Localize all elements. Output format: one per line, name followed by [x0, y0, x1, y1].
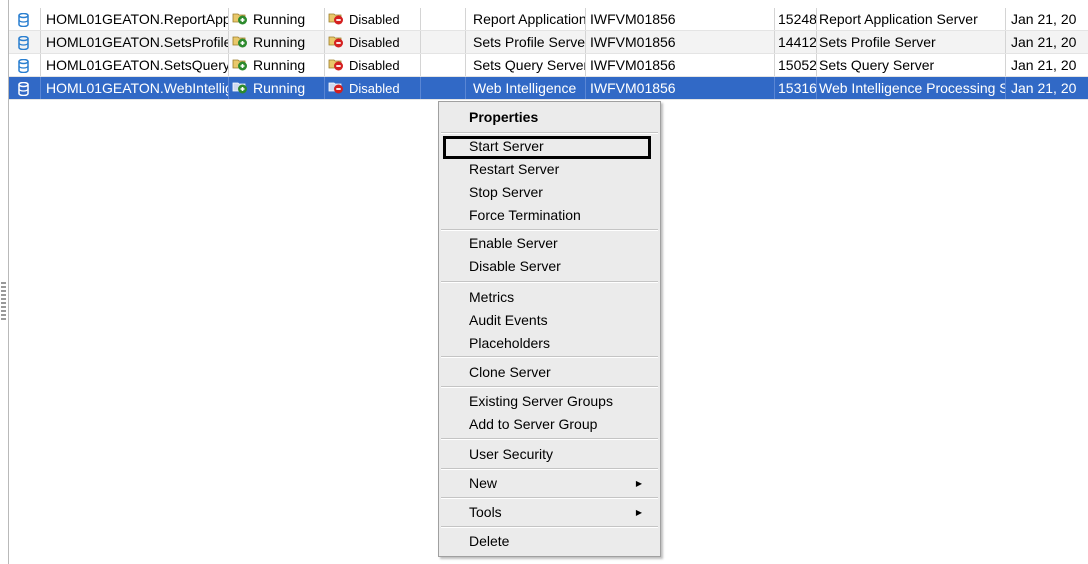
menu-item-audit-events[interactable]: Audit Events: [439, 309, 660, 332]
server-pid-cell: 14412: [775, 31, 817, 53]
running-status-icon: [232, 13, 247, 25]
running-status-icon: [232, 36, 247, 48]
server-context-menu: Properties Start Server Restart Server S…: [438, 101, 661, 557]
server-state-cell: Running: [229, 31, 325, 53]
menu-separator: [441, 132, 658, 134]
server-enabled-cell: Disabled: [325, 31, 421, 53]
server-db-icon: [9, 8, 41, 30]
server-host-cell: IWFVM01856: [586, 31, 775, 53]
menu-item-force-termination[interactable]: Force Termination: [439, 204, 660, 227]
server-list: HOML01GEATON.ReportApplicationServer Run…: [9, 8, 1088, 100]
menu-separator: [441, 229, 658, 231]
running-status-icon: [232, 82, 247, 94]
table-row[interactable]: HOML01GEATON.SetsProfileServer Running D…: [9, 31, 1088, 54]
menu-item-clone-server[interactable]: Clone Server: [439, 361, 660, 384]
running-status-icon: [232, 59, 247, 71]
menu-separator: [441, 281, 658, 283]
disabled-status-icon: [328, 13, 343, 25]
table-row-selected[interactable]: HOML01GEATON.WebIntelligenceProcessingSe…: [9, 77, 1088, 100]
disabled-status-icon: [328, 36, 343, 48]
server-enabled-label: Disabled: [349, 35, 400, 50]
disabled-status-icon: [328, 59, 343, 71]
menu-item-tools[interactable]: Tools ▶: [439, 501, 660, 524]
menu-item-disable-server[interactable]: Disable Server: [439, 255, 660, 278]
server-state-label: Running: [253, 57, 306, 73]
disabled-status-icon: [328, 82, 343, 94]
server-name-cell: HOML01GEATON.SetsProfileServer: [41, 31, 229, 53]
menu-separator: [441, 356, 658, 358]
left-pane-splitter[interactable]: [0, 0, 9, 564]
server-host-cell: IWFVM01856: [586, 54, 775, 76]
submenu-arrow-icon: ▶: [635, 508, 642, 517]
server-host-cell: IWFVM01856: [586, 77, 775, 99]
menu-item-tools-label: Tools: [469, 504, 502, 520]
menu-separator: [441, 386, 658, 388]
menu-item-add-to-server-group[interactable]: Add to Server Group: [439, 413, 660, 436]
server-state-cell: Running: [229, 8, 325, 30]
server-state-cell: Running: [229, 54, 325, 76]
splitter-grip[interactable]: [1, 282, 6, 322]
server-date-cell: Jan 21, 20: [1011, 34, 1077, 50]
server-pid-cell: 15248: [775, 8, 817, 30]
server-state-label: Running: [253, 11, 306, 27]
server-state-label: Running: [253, 34, 306, 50]
server-enabled-label: Disabled: [349, 81, 400, 96]
server-pid-cell: 15316: [775, 77, 817, 99]
table-row[interactable]: HOML01GEATON.SetsQueryServer Running Dis…: [9, 54, 1088, 77]
annotation-highlight-box: [443, 136, 651, 159]
server-friendly-name-cell: Sets Profile Server: [817, 31, 1006, 53]
server-friendly-name-cell: Web Intelligence Processing Server: [817, 77, 1006, 99]
server-description-cell: Sets Query Server: [466, 54, 586, 76]
empty-cell: [421, 8, 466, 30]
menu-separator: [441, 468, 658, 470]
server-enabled-cell: Disabled: [325, 8, 421, 30]
menu-separator: [441, 497, 658, 499]
submenu-arrow-icon: ▶: [635, 479, 642, 488]
server-enabled-label: Disabled: [349, 58, 400, 73]
menu-item-restart-server[interactable]: Restart Server: [439, 158, 660, 181]
menu-item-new-label: New: [469, 475, 498, 491]
table-row[interactable]: HOML01GEATON.ReportApplicationServer Run…: [9, 8, 1088, 31]
menu-separator: [441, 526, 658, 528]
server-date-cell: Jan 21, 20: [1011, 57, 1077, 73]
server-date-cell: Jan 21, 20: [1011, 80, 1077, 96]
menu-item-stop-server[interactable]: Stop Server: [439, 181, 660, 204]
server-description-cell: Report Application Server: [466, 8, 586, 30]
server-host-cell: IWFVM01856: [586, 8, 775, 30]
empty-cell: [421, 31, 466, 53]
server-pid-cell: 15052: [775, 54, 817, 76]
server-friendly-name-cell: Report Application Server: [817, 8, 1006, 30]
server-db-icon: [9, 31, 41, 53]
server-description-cell: Web Intelligence: [466, 77, 586, 99]
server-name-cell: HOML01GEATON.ReportApplicationServer: [41, 8, 229, 30]
menu-item-new[interactable]: New ▶: [439, 472, 660, 495]
server-name-cell: HOML01GEATON.SetsQueryServer: [41, 54, 229, 76]
server-name-cell: HOML01GEATON.WebIntelligenceProcessingSe…: [41, 77, 229, 99]
server-friendly-name-cell: Sets Query Server: [817, 54, 1006, 76]
menu-item-existing-server-groups[interactable]: Existing Server Groups: [439, 390, 660, 413]
menu-item-user-security[interactable]: User Security: [439, 443, 660, 466]
empty-cell: [421, 54, 466, 76]
server-state-label: Running: [253, 80, 306, 96]
server-db-icon: [9, 54, 41, 76]
menu-item-properties[interactable]: Properties: [439, 106, 660, 129]
server-state-cell: Running: [229, 77, 325, 99]
menu-separator: [441, 438, 658, 440]
server-enabled-cell: Disabled: [325, 54, 421, 76]
menu-item-delete[interactable]: Delete: [439, 530, 660, 553]
menu-item-placeholders[interactable]: Placeholders: [439, 332, 660, 355]
menu-item-metrics[interactable]: Metrics: [439, 286, 660, 309]
server-description-cell: Sets Profile Server: [466, 31, 586, 53]
server-enabled-label: Disabled: [349, 12, 400, 27]
empty-cell: [421, 77, 466, 99]
server-date-cell: Jan 21, 20: [1011, 11, 1077, 27]
menu-item-enable-server[interactable]: Enable Server: [439, 232, 660, 255]
server-enabled-cell: Disabled: [325, 77, 421, 99]
server-db-icon: [9, 77, 41, 99]
